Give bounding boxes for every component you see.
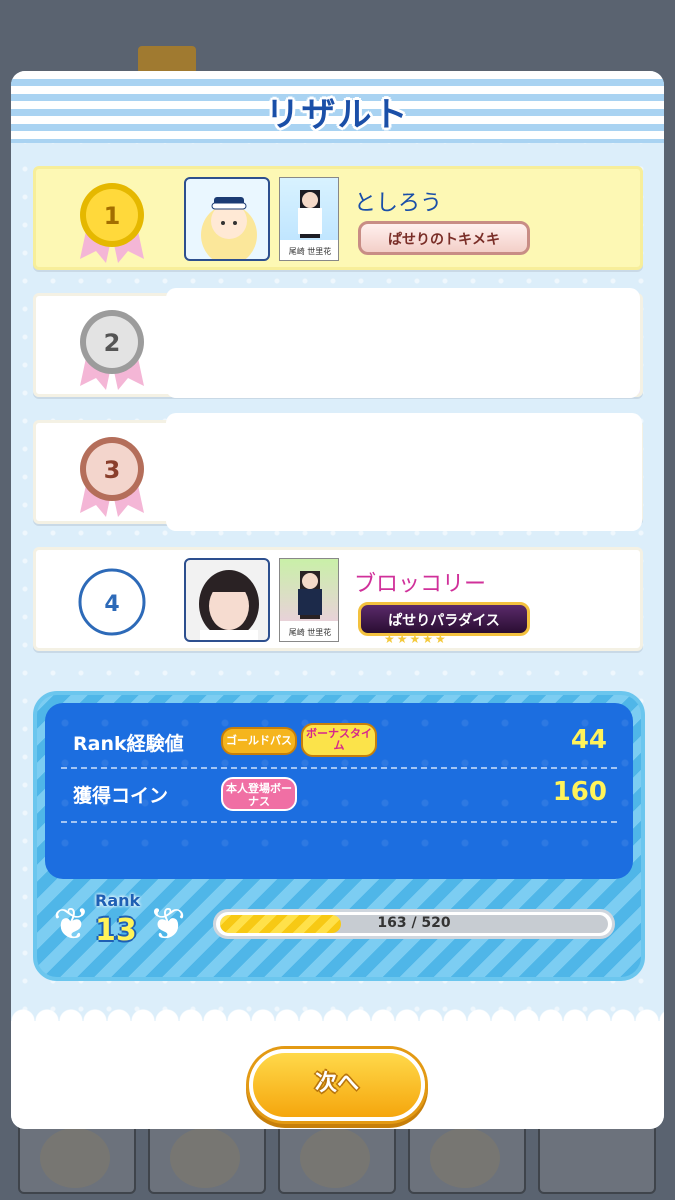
divider — [61, 767, 617, 769]
gold-medal-icon: 1 — [80, 183, 144, 263]
bronze-medal-icon: 3 — [80, 437, 144, 517]
laurel-left-icon: ❦ — [53, 899, 90, 950]
coin-label: 獲得コイン — [73, 785, 169, 807]
title-badge: ぱせりパラダイス — [358, 602, 530, 636]
redacted-area — [166, 413, 642, 531]
rank-display: ❦ ❦ Rank 13 — [47, 891, 187, 971]
rank-exp-label: Rank経験値 — [73, 733, 184, 755]
coin-value: 160 — [552, 777, 607, 807]
badge-stars-icon: ★★★★★ — [384, 632, 448, 646]
ranking-row: 3 — [33, 413, 643, 531]
owner-bonus-chip: 本人登場ボーナス — [221, 777, 297, 811]
rank-value: 13 — [95, 913, 137, 948]
player-name: ブロッコリー — [354, 572, 487, 597]
svg-text:3: 3 — [104, 456, 121, 484]
modal-title: リザルト — [265, 95, 410, 135]
stats-panel: Rank経験値 ゴールドパス ボーナスタイム 44 獲得コイン 本人登場ボーナス… — [33, 691, 645, 981]
modal-header: リザルト — [11, 71, 664, 143]
rank-progress-bar: 163 / 520 — [213, 909, 615, 939]
member-card: 尾崎 世里花 — [279, 558, 339, 642]
rank-four-icon: 4 — [78, 568, 146, 636]
player-name: としろう — [354, 191, 443, 216]
rank-label: Rank — [95, 891, 141, 910]
rank-exp-value: 44 — [570, 725, 607, 755]
photo-avatar-icon — [184, 558, 270, 642]
ranking-row: 2 — [33, 288, 643, 398]
background-icon — [138, 46, 196, 74]
silver-medal-icon: 2 — [80, 310, 144, 390]
svg-text:尾崎 世里花: 尾崎 世里花 — [289, 246, 332, 256]
result-modal: リザルト 1 尾崎 世里花 としろう ぱせりのトキメキ 2 3 4 尾崎 世里花… — [11, 71, 664, 1129]
next-button[interactable]: 次へ — [249, 1049, 425, 1121]
ranking-row: 1 尾崎 世里花 としろう ぱせりのトキメキ — [33, 166, 643, 270]
svg-text:4: 4 — [104, 592, 119, 617]
member-card: 尾崎 世里花 — [279, 177, 339, 261]
svg-text:1: 1 — [104, 202, 121, 230]
laurel-right-icon: ❦ — [149, 899, 186, 950]
bonus-time-chip: ボーナスタイム — [301, 723, 377, 757]
title-badge: ぱせりのトキメキ — [358, 221, 530, 255]
rank-progress-text: 163 / 520 — [377, 915, 451, 931]
svg-text:2: 2 — [104, 329, 121, 357]
redacted-area — [166, 288, 640, 398]
ranking-row: 4 尾崎 世里花 ブロッコリー ぱせりパラダイス ★★★★★ — [33, 547, 643, 651]
svg-text:尾崎 世里花: 尾崎 世里花 — [289, 627, 332, 637]
sailor-girl-avatar-icon — [184, 177, 270, 261]
gold-pass-chip: ゴールドパス — [221, 727, 297, 755]
divider — [61, 821, 617, 823]
stats-inner: Rank経験値 ゴールドパス ボーナスタイム 44 獲得コイン 本人登場ボーナス… — [45, 703, 633, 879]
